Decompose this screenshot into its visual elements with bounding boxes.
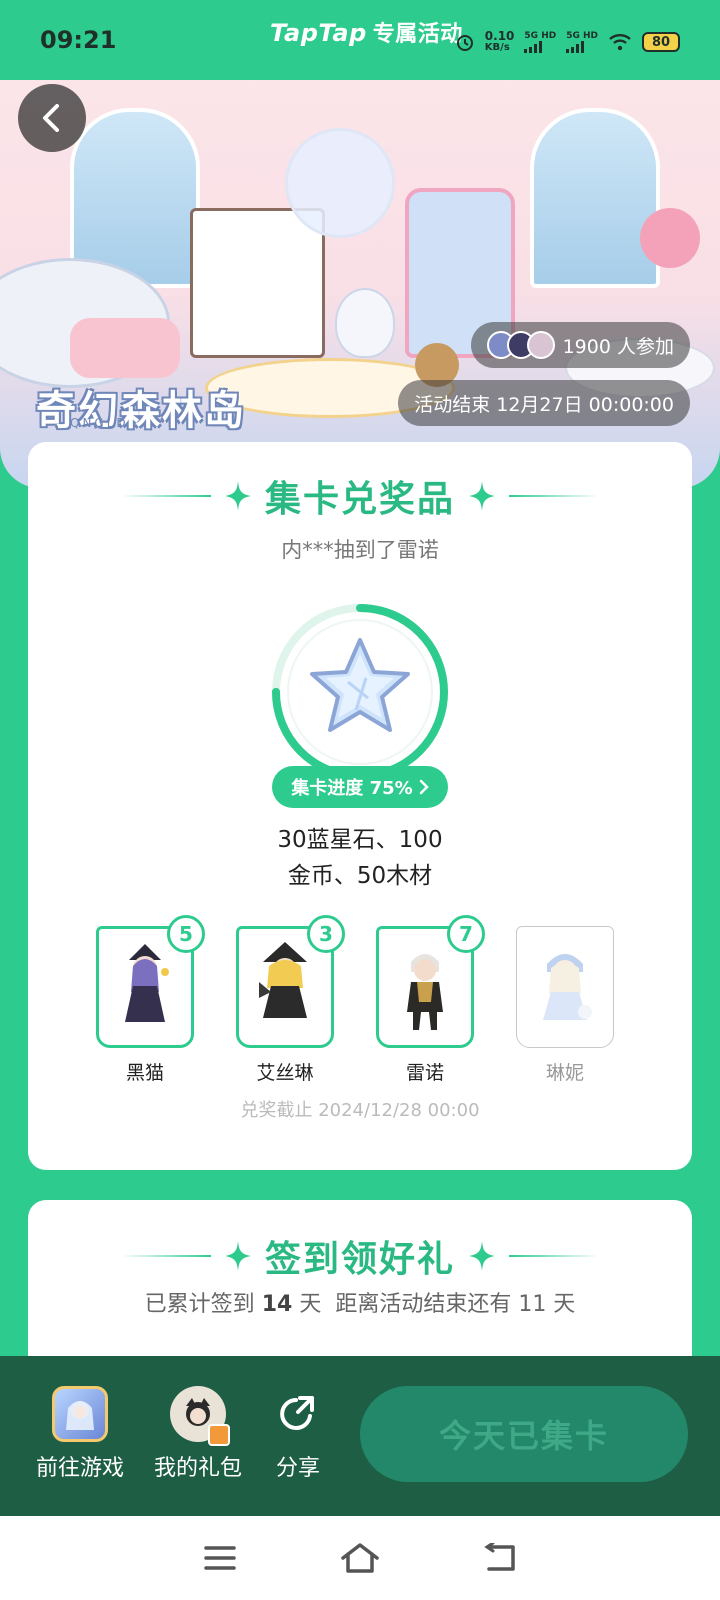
brand-subtitle: 专属活动 [372,22,463,47]
progress-label: 集卡进度 75% [291,778,413,799]
card-name: 艾丝琳 [256,1062,314,1084]
back-nav-button[interactable] [475,1533,525,1583]
signin-title-text: 签到领好礼 [264,1239,455,1280]
participants-pill: 1900 人参加 [470,322,690,368]
participants-count: 1900 人参加 [562,335,674,358]
card-name: 黑猫 [125,1062,164,1084]
sparkle-icon [469,481,495,511]
winner-ticker: 内***抽到了雷诺 [281,538,439,562]
title-line-right [509,1255,599,1257]
collect-card-section: 集卡兑奖品 内***抽到了雷诺 集卡进度 75% 30蓝星石、100 金币、50… [28,442,692,1170]
speed-value: 0.10 [484,29,515,43]
game-app-icon [52,1386,108,1442]
share-icon [270,1386,326,1442]
card-name: 琳妮 [545,1062,584,1084]
sim1-signal-icon: 5G HD [524,30,557,53]
go-to-game-button[interactable]: 前往游戏 [32,1386,128,1482]
signin-prefix: 已累计签到 [144,1292,255,1317]
signin-title: 签到领好礼 [28,1230,692,1282]
brand-name: TapTap [270,19,367,47]
collect-progress-button[interactable]: 集卡进度 75% [272,766,448,808]
end-time-pill: 活动结束 12月27日 00:00:00 [398,380,690,426]
card-leinuo[interactable]: 7 雷诺 [376,915,485,1085]
progress-ring [272,604,448,780]
signin-remaining: 距离活动结束还有 11 天 [335,1292,576,1317]
shelf [190,208,325,358]
sim2-signal-icon: 5G HD [566,30,598,53]
teddy-bear [335,288,395,358]
end-time-text: 活动结束 12月27日 00:00:00 [414,393,674,416]
gift-avatar-icon [170,1386,230,1446]
share-button[interactable]: 分享 [266,1386,330,1482]
banner-logo-sub: QNGLD [70,416,129,430]
menu-nav-button[interactable] [195,1533,245,1583]
bottom-action-bar: 前往游戏 我的礼包 分享 今天已集卡 [0,1356,720,1516]
signin-summary: 已累计签到 14 天 距离活动结束还有 11 天 [28,1286,692,1318]
card-count-badge: 5 [167,915,205,953]
banner-logo: 奇幻森林岛 [36,387,246,434]
window-right [530,108,660,288]
alarm-icon [456,35,473,51]
home-nav-button[interactable] [335,1533,385,1583]
today-collected-button[interactable]: 今天已集卡 [360,1386,688,1482]
brand-title: TapTap 专属活动 [270,16,463,48]
card-heimao[interactable]: 5 黑猫 [96,915,205,1085]
sparkle-icon [224,1241,251,1271]
home-icon [341,1543,379,1573]
pink-cushion [70,318,180,378]
back-button[interactable] [18,84,86,152]
go-to-game-label: 前往游戏 [35,1456,124,1481]
title-line-left [120,495,211,497]
sparkle-icon [469,1241,495,1271]
my-gift-label: 我的礼包 [153,1456,242,1481]
my-gift-button[interactable]: 我的礼包 [150,1386,246,1482]
card-linni[interactable]: 琳妮 [516,926,614,1085]
flower-deco [640,208,700,268]
system-nav-bar [0,1516,720,1600]
character-heimao-image [125,944,169,1022]
card-name: 雷诺 [405,1062,444,1084]
character-linni-image [543,954,592,1020]
chevron-right-icon [419,779,429,795]
signin-days: 14 [261,1292,293,1317]
card-count-badge: 3 [307,915,345,953]
back-icon [484,1543,515,1571]
title-line-left [120,1255,211,1257]
battery-icon: 80 [642,32,680,52]
character-aisilin-image [259,942,307,1018]
speed-unit: KB/s [484,42,510,53]
participant-avatars [486,331,555,359]
status-bar: 09:21 TapTap 专属活动 0.10 KB/s 5G HD 5G HD 8… [0,0,720,80]
reward-description: 30蓝星石、100 金币、50木材 [28,822,692,894]
wifi-icon [609,34,631,51]
gift-box-icon [208,1424,230,1446]
reward-line: 金币、50木材 [287,863,433,889]
signin-section: 签到领好礼 已累计签到 14 天 距离活动结束还有 11 天 [28,1200,692,1380]
collect-title-text: 集卡兑奖品 [264,479,455,520]
sparkle-icon [224,481,251,511]
character-leinuo-image [407,954,443,1030]
avatar [526,331,555,359]
card-frame: 5 [96,915,205,1048]
sim2-label: 5G HD [566,30,598,41]
signin-days-unit: 天 [299,1292,322,1317]
menu-icon [204,1546,236,1570]
card-frame: 3 [236,915,345,1048]
card-count-badge: 7 [447,915,485,953]
share-label: 分享 [275,1456,320,1481]
collect-title: 集卡兑奖品 [28,470,692,522]
network-speed: 0.10 KB/s [485,30,515,54]
card-frame: 7 [376,915,485,1048]
character-cards: 5 黑猫 3 艾丝琳 7 雷诺 琳妮 [96,915,614,1085]
candy-dome [285,128,395,238]
status-icons: 0.10 KB/s 5G HD 5G HD 80 [455,30,680,54]
chevron-left-icon [43,104,59,132]
redeem-deadline: 兑奖截止 2024/12/28 00:00 [240,1100,480,1121]
card-frame [516,926,614,1048]
sim1-label: 5G HD [524,30,557,41]
reward-line: 30蓝星石、100 [277,827,443,853]
status-time: 09:21 [40,26,117,54]
card-aisilin[interactable]: 3 艾丝琳 [236,915,345,1085]
title-line-right [509,495,599,497]
